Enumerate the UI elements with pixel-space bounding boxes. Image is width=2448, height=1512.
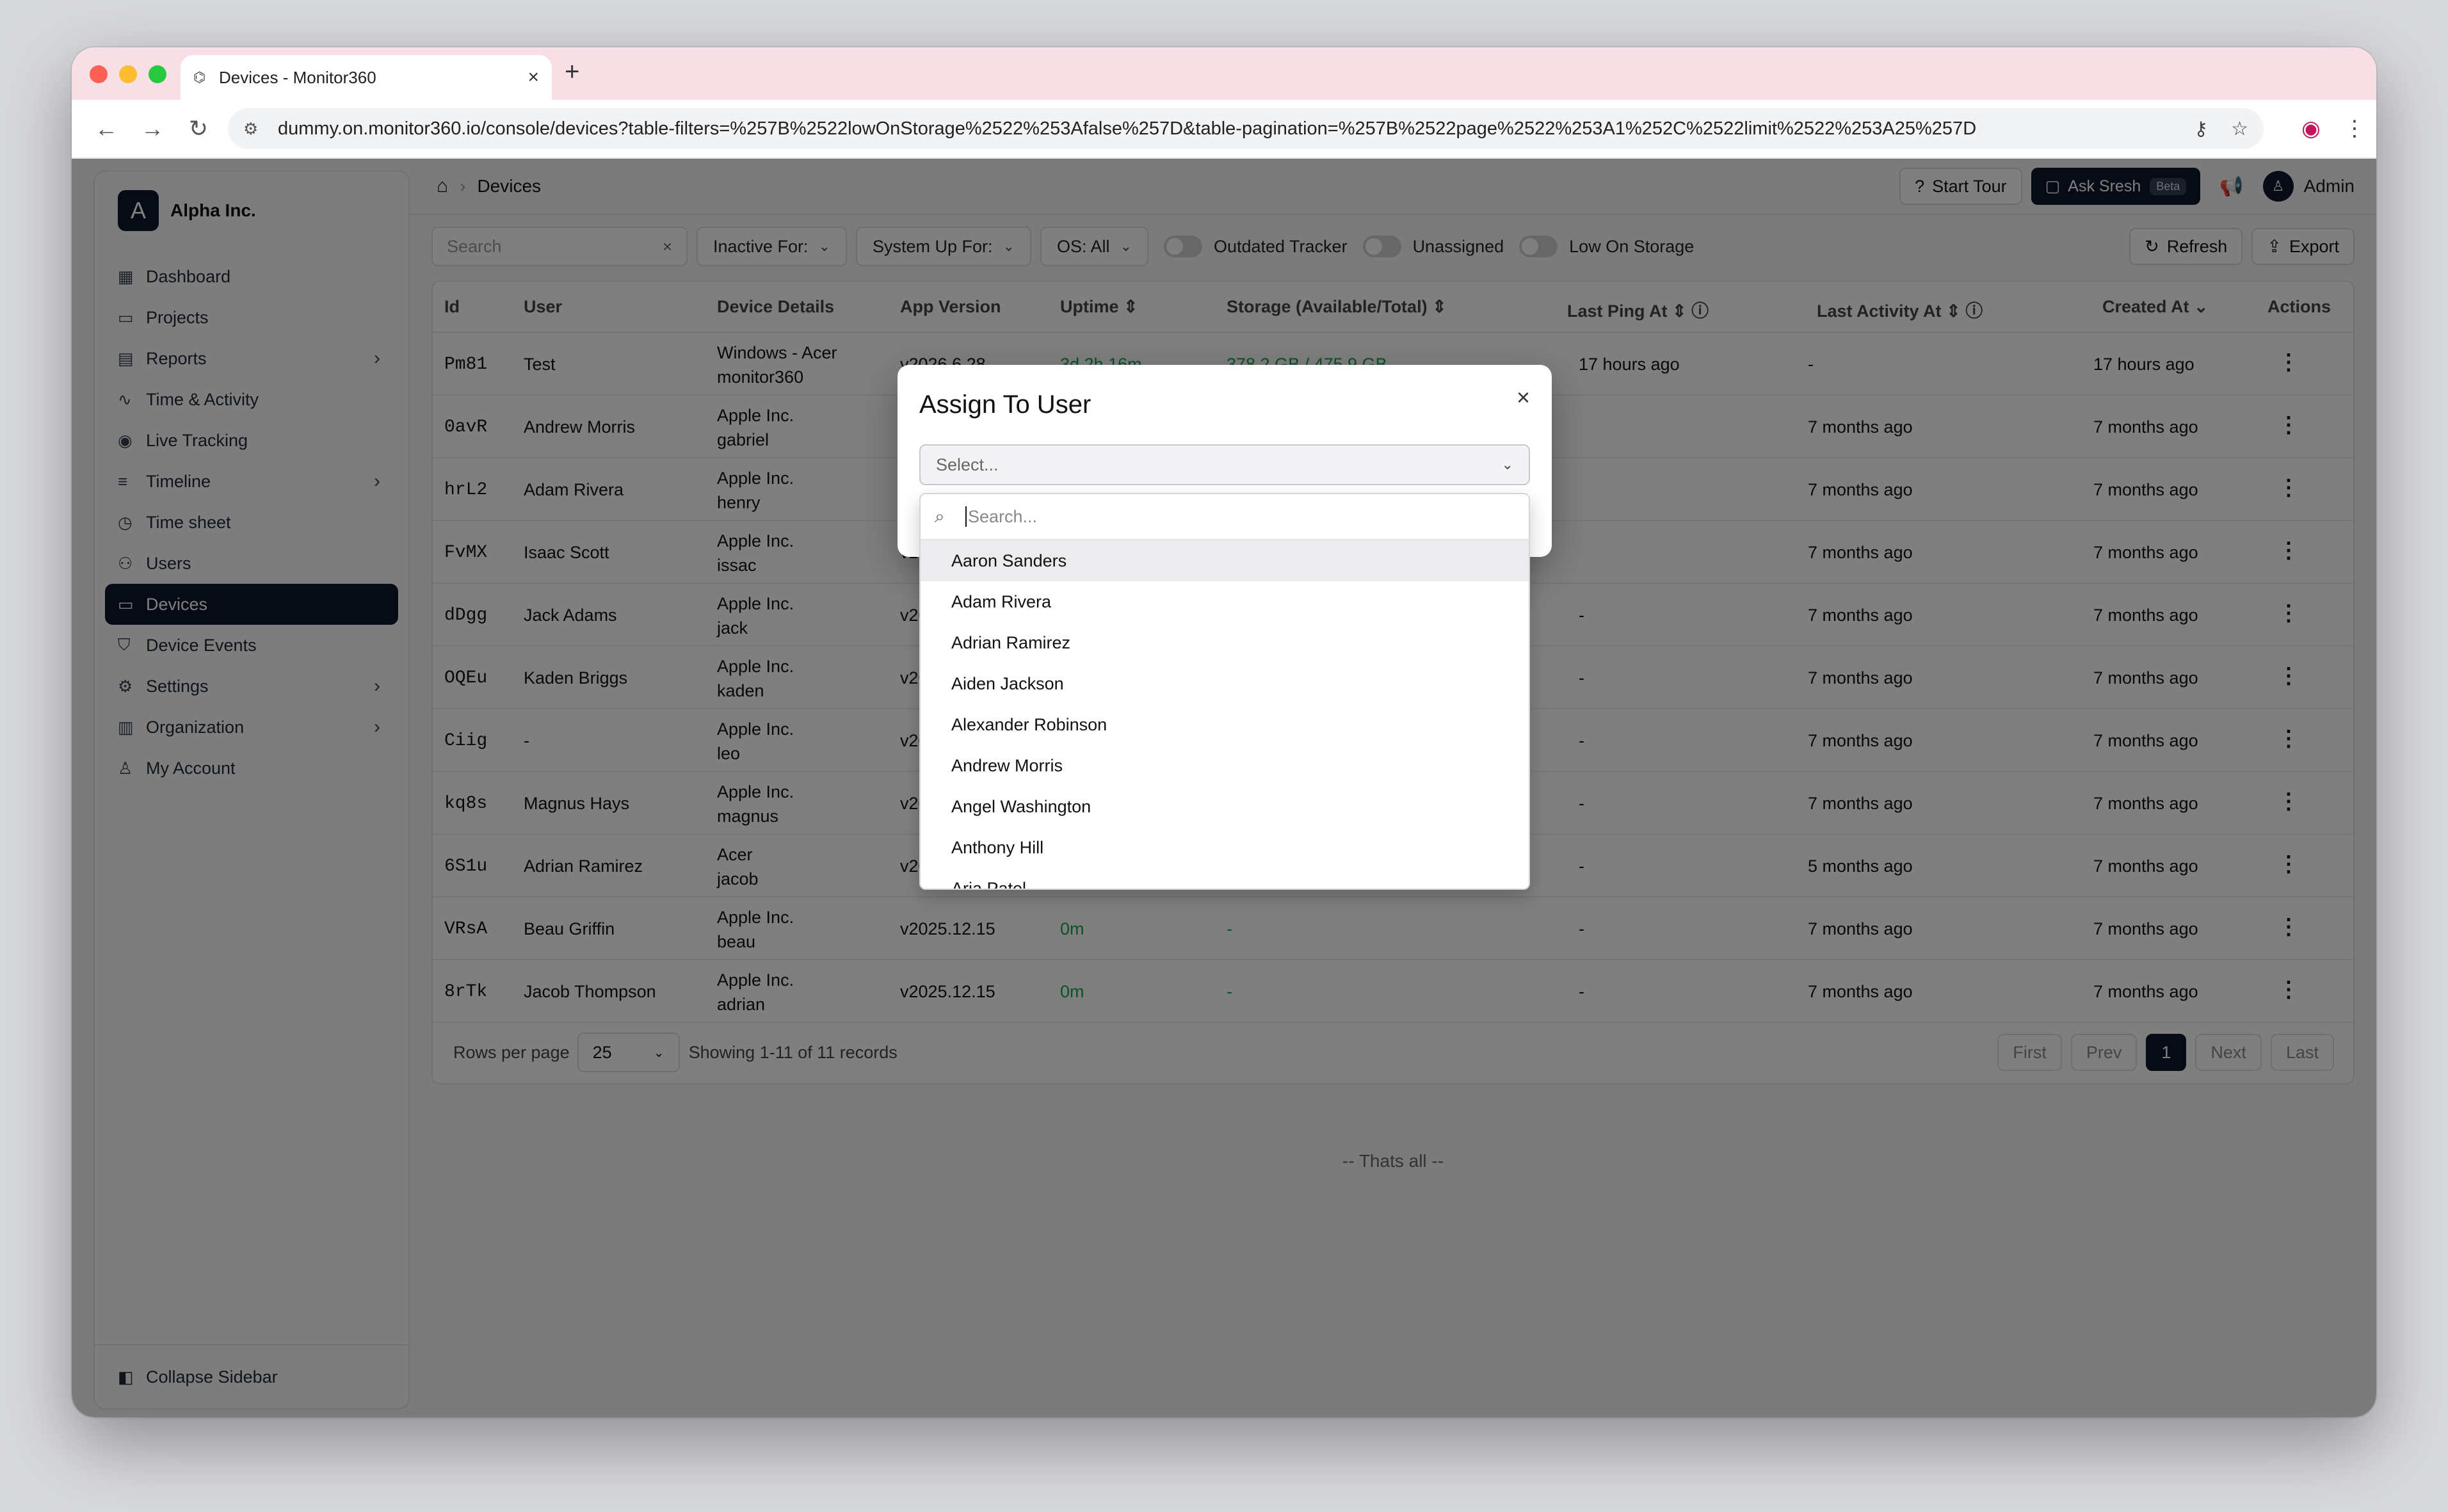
dropdown-option[interactable]: Aria Patel [921, 868, 1529, 889]
minimize-window-button[interactable] [119, 65, 137, 83]
dropdown-option[interactable]: Anthony Hill [921, 827, 1529, 868]
dialog-title: Assign To User [919, 390, 1091, 419]
close-icon[interactable]: × [1517, 384, 1530, 411]
close-window-button[interactable] [90, 65, 108, 83]
dropdown-option[interactable]: Angel Washington [921, 786, 1529, 827]
user-select[interactable]: Select... ⌄ [919, 444, 1530, 485]
tab-title: Devices - Monitor360 [219, 67, 376, 87]
new-tab-button[interactable]: + [565, 58, 579, 86]
search-placeholder: Search... [968, 506, 1038, 526]
dropdown-search-input[interactable]: ⌕ Search... [921, 494, 1529, 540]
dropdown-option[interactable]: Adrian Ramirez [921, 622, 1529, 663]
dropdown-options: Aaron Sanders Adam Rivera Adrian Ramirez Ai… [921, 540, 1529, 889]
back-icon[interactable]: ← [83, 115, 129, 142]
browser-window: ⌬ Devices - Monitor360 × + ← → ↻ ⚙ dummy… [72, 47, 2376, 1417]
dropdown-option[interactable]: Adam Rivera [921, 581, 1529, 622]
tab-strip: ⌬ Devices - Monitor360 × + [72, 47, 2376, 100]
text-caret [965, 506, 967, 527]
select-placeholder: Select... [936, 454, 999, 474]
monitor360-icon: ⌬ [193, 69, 206, 85]
site-settings-icon[interactable]: ⚙ [243, 119, 278, 139]
user-select-dropdown: ⌕ Search... Aaron Sanders Adam Rivera Adri… [919, 493, 1530, 890]
search-icon: ⌕ [935, 506, 945, 526]
dropdown-option[interactable]: Alexander Robinson [921, 704, 1529, 745]
forward-icon[interactable]: → [129, 115, 175, 142]
dropdown-option[interactable]: Andrew Morris [921, 745, 1529, 786]
close-tab-icon[interactable]: × [527, 67, 539, 88]
url-text[interactable]: dummy.on.monitor360.io/console/devices?t… [278, 118, 2171, 140]
browser-toolbar: ← → ↻ ⚙ dummy.on.monitor360.io/console/d… [72, 100, 2376, 159]
bookmark-star-icon[interactable]: ☆ [2231, 118, 2248, 140]
reload-icon[interactable]: ↻ [175, 115, 221, 142]
browser-menu-icon[interactable]: ⋮ [2333, 116, 2376, 141]
address-bar[interactable]: ⚙ dummy.on.monitor360.io/console/devices… [228, 108, 2264, 149]
browser-tab[interactable]: ⌬ Devices - Monitor360 × [181, 55, 552, 100]
dropdown-option[interactable]: Aaron Sanders [921, 540, 1529, 581]
maximize-window-button[interactable] [149, 65, 166, 83]
chevron-down-icon: ⌄ [1501, 456, 1513, 472]
password-key-icon[interactable]: ⚷ [2194, 118, 2208, 140]
profile-icon[interactable]: ◉ [2289, 116, 2333, 141]
dropdown-option[interactable]: Aiden Jackson [921, 663, 1529, 704]
